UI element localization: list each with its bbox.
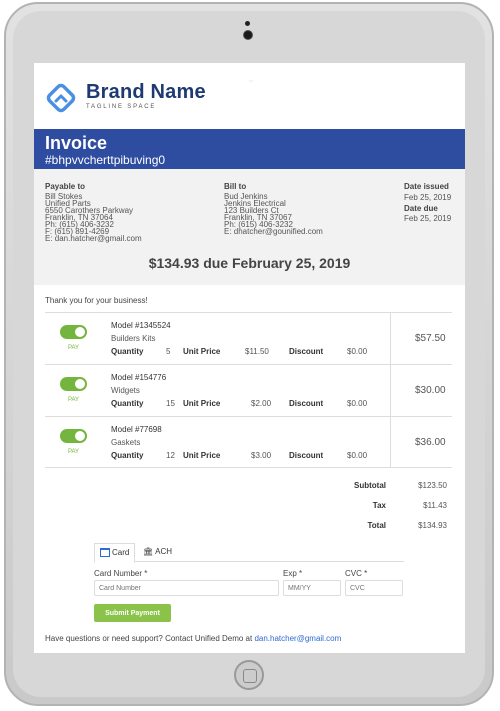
toggle-track (60, 377, 87, 391)
brand-name: Brand Name (86, 81, 206, 103)
quantity-label: Quantity (111, 451, 144, 460)
invoice-title: Invoice (45, 133, 108, 153)
item-name: Gaskets (111, 438, 141, 447)
invoice-banner: Invoice #bhpvvcherttpibuving0 (34, 129, 465, 169)
unit-price-value: $3.00 (251, 451, 272, 460)
payable-to-address: Bill Stokes Unified Parts 6550 Carothers… (45, 193, 142, 243)
unit-price-label: Unit Price (183, 451, 221, 460)
toggle-knob (75, 379, 85, 389)
total-value: $134.93 (418, 521, 447, 530)
divider (45, 467, 452, 468)
discount-value: $0.00 (347, 347, 368, 356)
total-label: Total (367, 521, 386, 530)
date-issued-label: Date issued (404, 182, 449, 191)
item-name: Widgets (111, 386, 140, 395)
pay-toggle[interactable] (60, 377, 87, 391)
toggle-track (60, 325, 87, 339)
invoice-details: Payable to Bill Stokes Unified Parts 655… (34, 169, 465, 285)
toggle-knob (75, 431, 85, 441)
unit-price-label: Unit Price (183, 347, 221, 356)
date-due-value: Feb 25, 2019 (404, 214, 452, 223)
discount-label: Discount (289, 399, 324, 408)
thank-you-message: Thank you for your business! (45, 296, 148, 305)
item-model: Model #77698 (111, 425, 162, 434)
pay-toggle[interactable] (60, 325, 87, 339)
date-due-label: Date due (404, 204, 438, 213)
tab-ach[interactable]: 🏛 ACH (138, 543, 177, 561)
pay-label: PAY (67, 449, 80, 455)
unit-price-value: $2.00 (251, 399, 272, 408)
status-bar-dots: ••• (249, 78, 254, 83)
quantity-value: 12 (166, 451, 175, 460)
cvc-label: CVC * (345, 569, 368, 578)
submit-payment-button[interactable]: Submit Payment (94, 604, 171, 622)
subtotal-label: Subtotal (354, 481, 386, 490)
quantity-value: 5 (166, 347, 171, 356)
quantity-label: Quantity (111, 347, 144, 356)
quantity-label: Quantity (111, 399, 144, 408)
tab-divider (94, 561, 404, 562)
discount-label: Discount (289, 347, 324, 356)
pay-label: PAY (67, 345, 80, 351)
bill-line: E: dhatcher@gounified.com (224, 227, 323, 236)
tab-card[interactable]: Card (94, 543, 136, 563)
unit-price-label: Unit Price (183, 399, 221, 408)
brand-tagline: TAGLINE SPACE (86, 104, 157, 110)
camera-icon (244, 31, 252, 39)
date-issued-value: Feb 25, 2019 (404, 193, 452, 202)
support-footer: Have questions or need support? Contact … (45, 634, 341, 643)
line-amount: $30.00 (415, 385, 446, 396)
home-square-icon (243, 669, 257, 683)
card-number-label: Card Number * (94, 569, 148, 578)
invoice-number: #bhpvvcherttpibuving0 (45, 153, 166, 167)
discount-value: $0.00 (347, 399, 368, 408)
payable-line: E: dan.hatcher@gmail.com (45, 234, 142, 243)
support-text: Have questions or need support? Contact … (45, 634, 255, 643)
item-model: Model #1345524 (111, 321, 171, 330)
invoice-screen: Brand Name TAGLINE SPACE ••• Invoice #bh… (34, 63, 465, 653)
discount-label: Discount (289, 451, 324, 460)
brand-logo-icon (46, 83, 76, 113)
tab-ach-label: ACH (155, 547, 173, 556)
home-button[interactable] (234, 660, 264, 690)
toggle-track (60, 429, 87, 443)
item-model: Model #154776 (111, 373, 167, 382)
unit-price-value: $11.50 (245, 347, 269, 356)
quantity-value: 15 (166, 399, 175, 408)
cvc-input[interactable] (345, 580, 403, 596)
amount-due-heading: $134.93 due February 25, 2019 (148, 255, 351, 271)
item-name: Builders Kits (111, 334, 156, 343)
tax-value: $11.43 (423, 501, 447, 510)
tab-card-label: Card (112, 548, 130, 557)
exp-input[interactable] (283, 580, 341, 596)
payable-to-label: Payable to (45, 182, 86, 191)
bill-to-label: Bill to (224, 182, 247, 191)
card-number-input[interactable] (94, 580, 279, 596)
subtotal-value: $123.50 (418, 481, 447, 490)
bill-to-address: Bud Jenkins Jenkins Electrical 123 Build… (224, 193, 323, 236)
bank-icon: 🏛 (143, 547, 154, 556)
amount-column-divider (390, 312, 391, 467)
credit-card-icon (100, 548, 110, 558)
support-email-link[interactable]: dan.hatcher@gmail.com (254, 634, 341, 643)
exp-label: Exp * (283, 569, 303, 578)
divider (45, 364, 452, 365)
divider (45, 416, 452, 417)
discount-value: $0.00 (347, 451, 368, 460)
toggle-knob (75, 327, 85, 337)
camera-sensor (245, 21, 250, 26)
pay-toggle[interactable] (60, 429, 87, 443)
tax-label: Tax (372, 501, 386, 510)
line-amount: $57.50 (415, 333, 446, 344)
pay-label: PAY (67, 397, 80, 403)
line-amount: $36.00 (415, 437, 446, 448)
